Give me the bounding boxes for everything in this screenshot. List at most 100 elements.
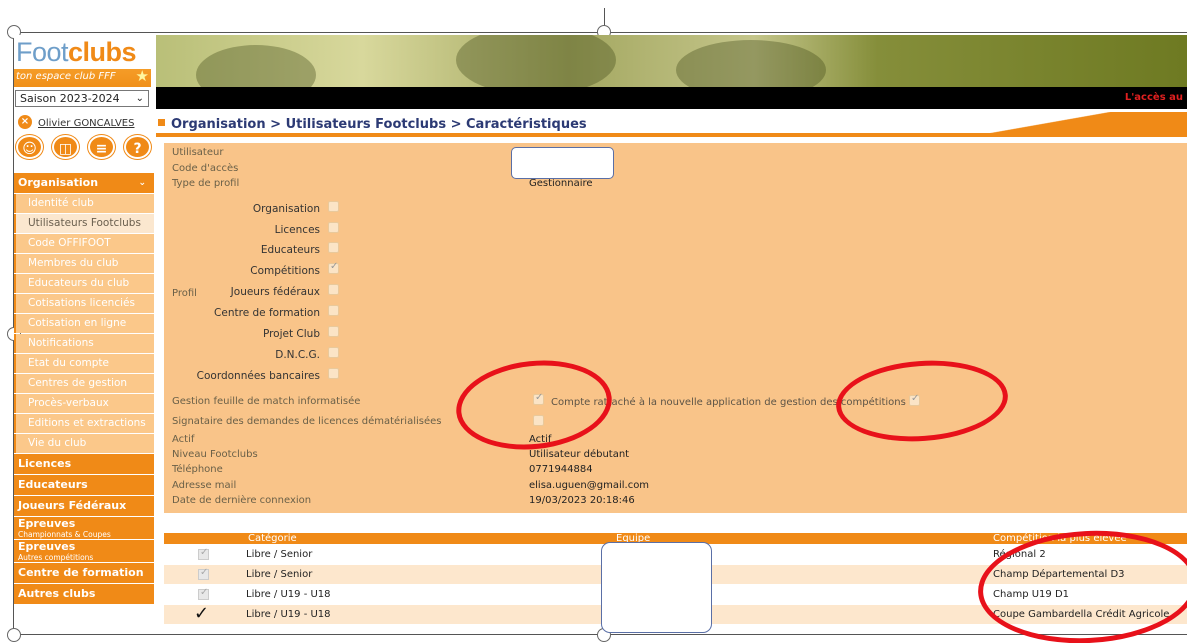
right-label-competitions: Compétitions — [250, 265, 320, 277]
group-icon[interactable]: ☺ — [16, 135, 43, 159]
niveau-label: Niveau Footclubs — [172, 449, 258, 460]
checkmark-icon[interactable]: ✓ — [194, 603, 209, 624]
list-icon[interactable]: ≡ — [88, 135, 115, 159]
user-name-link[interactable]: Olivier GONCALVES — [38, 118, 134, 129]
row-categorie: Libre / U19 - U18 — [246, 609, 331, 620]
page-title: Organisation > Utilisateurs Footclubs > … — [158, 117, 587, 132]
sidebar-item-epreuves-championnats[interactable]: Epreuves Championnats & Coupes — [14, 517, 154, 539]
sidebar-item-joueurs-federaux[interactable]: Joueurs Fédéraux — [14, 496, 154, 516]
title-underline — [156, 133, 1187, 137]
sidebar-item-notifications[interactable]: Notifications — [14, 334, 154, 353]
actif-label: Actif — [172, 434, 195, 445]
chevron-down-icon: ⌄ — [135, 93, 144, 104]
help-icon[interactable]: ? — [124, 135, 151, 159]
banner-player-shape — [456, 35, 616, 87]
sidebar-item-centres-de-gestion[interactable]: Centres de gestion — [14, 374, 154, 393]
screenshot-root: Footclubs ton espace club FFF ★ L'accès … — [0, 0, 1187, 643]
sidebar-item-vie-du-club[interactable]: Vie du club — [14, 434, 154, 453]
row-categorie: Libre / Senior — [246, 549, 313, 560]
sidebar-item-utilisateurs-footclubs[interactable]: Utilisateurs Footclubs — [14, 214, 154, 233]
redacted-code-box — [511, 147, 614, 179]
footclubs-logo[interactable]: Footclubs ton espace club FFF ★ — [14, 35, 151, 87]
row-checkbox[interactable] — [198, 567, 209, 580]
season-select[interactable]: Saison 2023-2024 ⌄ — [15, 90, 149, 107]
alert-bar: L'accès au — [156, 87, 1187, 109]
logo-clubs-text: clubs — [68, 37, 137, 67]
telephone-label: Téléphone — [172, 464, 223, 475]
banner-player-shape — [196, 45, 316, 87]
right-label-projet-club: Projet Club — [262, 328, 320, 340]
sidebar-item-label: Epreuves — [18, 517, 76, 530]
chevron-down-icon: ⌄ — [138, 178, 146, 188]
row-checkbox[interactable] — [198, 587, 209, 600]
type-profil-value: Gestionnaire — [529, 178, 593, 189]
logo-foot-text: Foot — [16, 37, 69, 67]
resize-handle-bl[interactable] — [7, 628, 21, 642]
season-value: Saison 2023-2024 — [20, 92, 120, 105]
code-acces-label: Code d'accès — [172, 163, 239, 174]
sidebar-item-sublabel: Championnats & Coupes — [18, 530, 111, 539]
sidebar-item-cotisation-en-ligne[interactable]: Cotisation en ligne — [14, 314, 154, 333]
signataire-label: Signataire des demandes de licences déma… — [172, 416, 442, 427]
logo-subtitle: ton espace club FFF — [16, 71, 116, 82]
redacted-equipe-box — [601, 542, 712, 633]
sidebar-item-cotisations-licencies[interactable]: Cotisations licenciés — [14, 294, 154, 313]
checkbox-projet-club[interactable] — [328, 326, 339, 337]
checkbox-organisation[interactable] — [328, 201, 339, 212]
right-label-coordonnees-bancaires: Coordonnées bancaires — [196, 370, 320, 382]
sidebar-item-proces-verbaux[interactable]: Procès-verbaux — [14, 394, 154, 413]
alert-text[interactable]: L'accès au — [1125, 92, 1183, 103]
right-label-educateurs: Educateurs — [260, 244, 320, 256]
checkbox-centre-de-formation[interactable] — [328, 305, 339, 316]
header-categorie[interactable]: Catégorie — [248, 533, 297, 545]
sidebar-section-organisation[interactable]: Organisation ⌄ — [14, 173, 154, 193]
quick-icons: ☺ ◫ ≡ ? — [14, 135, 154, 161]
sidebar-nav: Organisation ⌄ Identité club Utilisateurs… — [14, 173, 154, 605]
sidebar-item-educateurs-du-club[interactable]: Educateurs du club — [14, 274, 154, 293]
page-title-text: Organisation > Utilisateurs Footclubs > … — [171, 117, 587, 132]
sidebar-item-identite-club[interactable]: Identité club — [14, 194, 154, 213]
niveau-value: Utilisateur débutant — [529, 449, 630, 460]
telephone-value: 0771944884 — [529, 464, 593, 475]
sidebar-item-editions-extractions[interactable]: Editions et extractions — [14, 414, 154, 433]
header-banner-image — [156, 35, 1187, 87]
right-label-organisation: Organisation — [252, 203, 320, 215]
utilisateur-label: Utilisateur — [172, 147, 224, 158]
checkbox-licences[interactable] — [328, 222, 339, 233]
sidebar-item-autres-clubs[interactable]: Autres clubs — [14, 584, 154, 604]
last-login-label: Date de dernière connexion — [172, 495, 312, 506]
document-icon[interactable]: ◫ — [52, 135, 79, 159]
type-profil-label: Type de profil — [172, 178, 240, 189]
row-categorie: Libre / U19 - U18 — [246, 589, 331, 600]
checkbox-coordonnees-bancaires[interactable] — [328, 368, 339, 379]
right-label-joueurs-federaux: Joueurs fédéraux — [230, 286, 320, 298]
checkbox-competitions[interactable] — [328, 261, 339, 274]
sidebar-section-label: Organisation — [18, 176, 99, 189]
checkbox-educateurs[interactable] — [328, 242, 339, 253]
right-label-dncg: D.N.C.G. — [275, 349, 320, 361]
sidebar-item-educateurs[interactable]: Educateurs — [14, 475, 154, 495]
right-label-licences: Licences — [274, 224, 320, 236]
checkbox-joueurs-federaux[interactable] — [328, 284, 339, 295]
sidebar-item-licences[interactable]: Licences — [14, 454, 154, 474]
last-login-value: 19/03/2023 20:18:46 — [529, 495, 635, 506]
sidebar-item-centre-de-formation[interactable]: Centre de formation — [14, 563, 154, 583]
title-decoration — [865, 112, 1187, 133]
sidebar-item-label: Epreuves — [18, 540, 76, 553]
logo-wordmark: Footclubs — [16, 37, 137, 68]
banner-player-shape — [676, 40, 826, 87]
sidebar-item-sublabel: Autres compétitions — [18, 553, 94, 562]
sidebar-item-code-offifoot[interactable]: Code OFFIFOOT — [14, 234, 154, 253]
right-label-centre-de-formation: Centre de formation — [214, 307, 320, 319]
logout-icon[interactable]: × — [18, 115, 32, 129]
title-bullet-icon — [158, 119, 165, 126]
row-checkbox[interactable] — [198, 547, 209, 560]
sidebar-item-epreuves-autres[interactable]: Epreuves Autres compétitions — [14, 540, 154, 562]
mail-label: Adresse mail — [172, 480, 237, 491]
mail-value: elisa.uguen@gmail.com — [529, 480, 650, 491]
checkbox-dncg[interactable] — [328, 347, 339, 358]
gestion-feuille-label: Gestion feuille de match informatisée — [172, 396, 361, 407]
row-categorie: Libre / Senior — [246, 569, 313, 580]
sidebar-item-membres-du-club[interactable]: Membres du club — [14, 254, 154, 273]
sidebar-item-etat-du-compte[interactable]: Etat du compte — [14, 354, 154, 373]
